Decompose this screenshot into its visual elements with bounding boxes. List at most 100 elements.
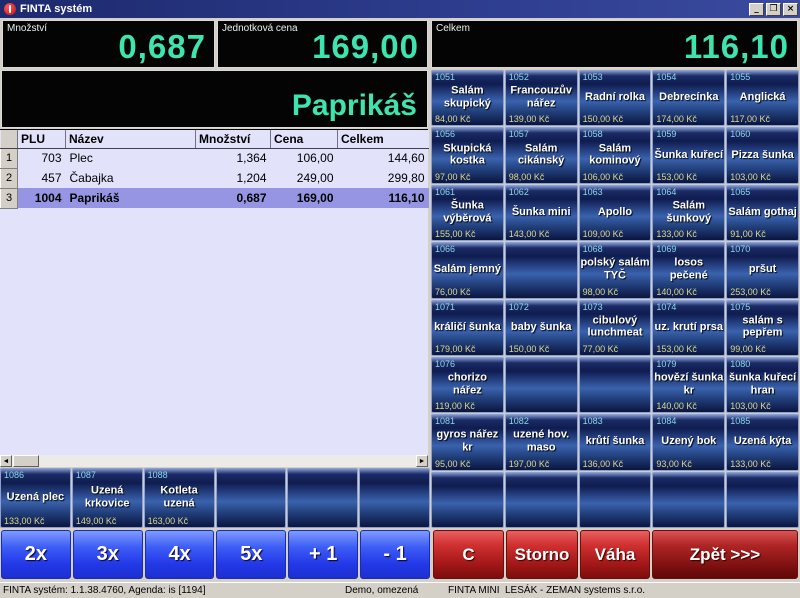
product-button-empty[interactable] bbox=[505, 357, 578, 413]
product-code: 1079 bbox=[656, 359, 676, 369]
product-button-1054[interactable]: 1054Debrecínka174,00 Kč bbox=[652, 70, 725, 126]
cell-total: 299,80 bbox=[338, 168, 429, 188]
mult-3x-button[interactable]: 3x bbox=[73, 530, 143, 579]
product-button-1081[interactable]: 1081gyros nářez kr95,00 Kč bbox=[431, 414, 504, 470]
product-button-1064[interactable]: 1064Salám šunkový133,00 Kč bbox=[652, 185, 725, 241]
mult-5x-button[interactable]: 5x bbox=[216, 530, 286, 579]
product-price: 153,00 Kč bbox=[656, 344, 697, 354]
cell-total: 116,10 bbox=[338, 188, 429, 208]
product-name: Radní rolka bbox=[580, 91, 649, 104]
plus-1-button[interactable]: + 1 bbox=[288, 530, 358, 579]
product-button-empty[interactable] bbox=[359, 468, 430, 528]
current-item-panel: Paprikáš bbox=[1, 70, 428, 128]
scroll-right-button[interactable]: ► bbox=[416, 455, 428, 467]
product-code: 1076 bbox=[435, 359, 455, 369]
product-name: Salám šunkový bbox=[654, 199, 723, 224]
product-button-empty[interactable] bbox=[505, 242, 578, 298]
table-row[interactable]: 2457Čabajka1,204249,00299,80 bbox=[1, 168, 429, 188]
row-number: 3 bbox=[1, 188, 18, 208]
product-button-1061[interactable]: 1061Šunka výběrová155,00 Kč bbox=[431, 185, 504, 241]
table-header-row: PLU Název Množství Cena Celkem bbox=[1, 130, 429, 148]
product-button-1051[interactable]: 1051Salám skupický84,00 Kč bbox=[431, 70, 504, 126]
scale-button[interactable]: Váha bbox=[580, 530, 650, 579]
product-button-1066[interactable]: 1066Salám jemný76,00 Kč bbox=[431, 242, 504, 298]
product-button-empty[interactable] bbox=[579, 357, 652, 413]
status-demo: Demo, omezená bbox=[345, 585, 418, 596]
product-button-empty[interactable] bbox=[216, 468, 287, 528]
product-button-1057[interactable]: 1057Salám cikánský98,00 Kč bbox=[505, 127, 578, 183]
product-name: Uzená kýta bbox=[728, 436, 797, 449]
mult-2x-button[interactable]: 2x bbox=[1, 530, 71, 579]
product-name: gyros nářez kr bbox=[433, 429, 502, 454]
product-price: 106,00 Kč bbox=[583, 172, 624, 182]
product-price: 253,00 Kč bbox=[730, 287, 771, 297]
product-button-empty[interactable] bbox=[287, 468, 358, 528]
product-button-1060[interactable]: 1060Pizza šunka103,00 Kč bbox=[726, 127, 799, 183]
product-price: 179,00 Kč bbox=[435, 344, 476, 354]
cell-plu: 703 bbox=[18, 148, 66, 168]
product-button-1071[interactable]: 1071králičí šunka179,00 Kč bbox=[431, 300, 504, 356]
product-button-1088[interactable]: 1088Kotleta uzená163,00 Kč bbox=[144, 468, 215, 528]
total-display: Celkem 116,10 bbox=[431, 20, 798, 68]
product-button-1076[interactable]: 1076chorizo nářez119,00 Kč bbox=[431, 357, 504, 413]
product-button-1075[interactable]: 1075salám s pepřem99,00 Kč bbox=[726, 300, 799, 356]
product-button-1069[interactable]: 1069losos pečené140,00 Kč bbox=[652, 242, 725, 298]
product-button-1058[interactable]: 1058Salám kominový106,00 Kč bbox=[579, 127, 652, 183]
product-button-1063[interactable]: 1063Apollo109,00 Kč bbox=[579, 185, 652, 241]
minus-1-button[interactable]: - 1 bbox=[360, 530, 430, 579]
table-row[interactable]: 31004Paprikáš0,687169,00116,10 bbox=[1, 188, 429, 208]
clear-button[interactable]: C bbox=[433, 530, 504, 579]
product-name: Salám gothaj bbox=[728, 206, 797, 219]
product-button-1079[interactable]: 1079hovězí šunka kr140,00 Kč bbox=[652, 357, 725, 413]
product-button-1086[interactable]: 1086Uzená plec133,00 Kč bbox=[0, 468, 71, 528]
product-price: 153,00 Kč bbox=[656, 172, 697, 182]
product-button-1070[interactable]: 1070pršut253,00 Kč bbox=[726, 242, 799, 298]
product-button-empty[interactable] bbox=[652, 472, 725, 528]
product-button-1053[interactable]: 1053Radní rolka150,00 Kč bbox=[579, 70, 652, 126]
product-code: 1051 bbox=[435, 72, 455, 82]
storno-button[interactable]: Storno bbox=[506, 530, 578, 579]
product-button-1084[interactable]: 1084Uzený bok93,00 Kč bbox=[652, 414, 725, 470]
mult-4x-button[interactable]: 4x bbox=[145, 530, 215, 579]
product-button-empty[interactable] bbox=[726, 472, 799, 528]
minimize-button[interactable]: _ bbox=[749, 3, 764, 16]
window-title: FINTA systém bbox=[20, 3, 92, 15]
product-button-empty[interactable] bbox=[505, 472, 578, 528]
product-button-1055[interactable]: 1055Anglická117,00 Kč bbox=[726, 70, 799, 126]
product-code: 1083 bbox=[583, 416, 603, 426]
scroll-left-button[interactable]: ◄ bbox=[0, 455, 12, 467]
product-button-1082[interactable]: 1082uzené hov. maso197,00 Kč bbox=[505, 414, 578, 470]
product-button-1073[interactable]: 1073cibulový lunchmeat77,00 Kč bbox=[579, 300, 652, 356]
product-price: 150,00 Kč bbox=[583, 114, 624, 124]
product-button-1072[interactable]: 1072baby šunka150,00 Kč bbox=[505, 300, 578, 356]
product-button-1065[interactable]: 1065Salám gothaj91,00 Kč bbox=[726, 185, 799, 241]
product-price: 103,00 Kč bbox=[730, 172, 771, 182]
product-name: Salám kominový bbox=[580, 142, 649, 167]
product-button-1074[interactable]: 1074uz. krutí prsa153,00 Kč bbox=[652, 300, 725, 356]
product-button-1062[interactable]: 1062Šunka mini143,00 Kč bbox=[505, 185, 578, 241]
product-button-empty[interactable] bbox=[431, 472, 504, 528]
table-row[interactable]: 1703Plec1,364106,00144,60 bbox=[1, 148, 429, 168]
product-button-1068[interactable]: 1068polský salám TYČ98,00 Kč bbox=[579, 242, 652, 298]
product-button-1056[interactable]: 1056Skupická kostka97,00 Kč bbox=[431, 127, 504, 183]
scrollbar-thumb[interactable] bbox=[13, 455, 39, 467]
product-code: 1065 bbox=[730, 187, 750, 197]
close-button[interactable]: × bbox=[783, 3, 798, 16]
product-button-1083[interactable]: 1083krůtí šunka136,00 Kč bbox=[579, 414, 652, 470]
product-button-1085[interactable]: 1085Uzená kýta133,00 Kč bbox=[726, 414, 799, 470]
product-button-1052[interactable]: 1052Francouzův nářez139,00 Kč bbox=[505, 70, 578, 126]
product-name: pršut bbox=[728, 263, 797, 276]
product-button-1080[interactable]: 1080šunka kuřecí hran103,00 Kč bbox=[726, 357, 799, 413]
product-button-empty[interactable] bbox=[579, 472, 652, 528]
restore-button[interactable]: ❐ bbox=[766, 3, 781, 16]
product-button-1059[interactable]: 1059Šunka kuřecí153,00 Kč bbox=[652, 127, 725, 183]
back-button[interactable]: Zpět >>> bbox=[652, 530, 798, 579]
product-name: Uzená plec bbox=[2, 491, 69, 504]
total-label: Celkem bbox=[436, 23, 470, 34]
product-price: 109,00 Kč bbox=[583, 229, 624, 239]
product-button-1087[interactable]: 1087Uzená krkovice149,00 Kč bbox=[72, 468, 143, 528]
product-button-row-bottom: 1086Uzená plec133,00 Kč1087Uzená krkovic… bbox=[0, 468, 430, 528]
product-code: 1055 bbox=[730, 72, 750, 82]
product-code: 1073 bbox=[583, 302, 603, 312]
product-name: Uzená krkovice bbox=[74, 484, 141, 509]
